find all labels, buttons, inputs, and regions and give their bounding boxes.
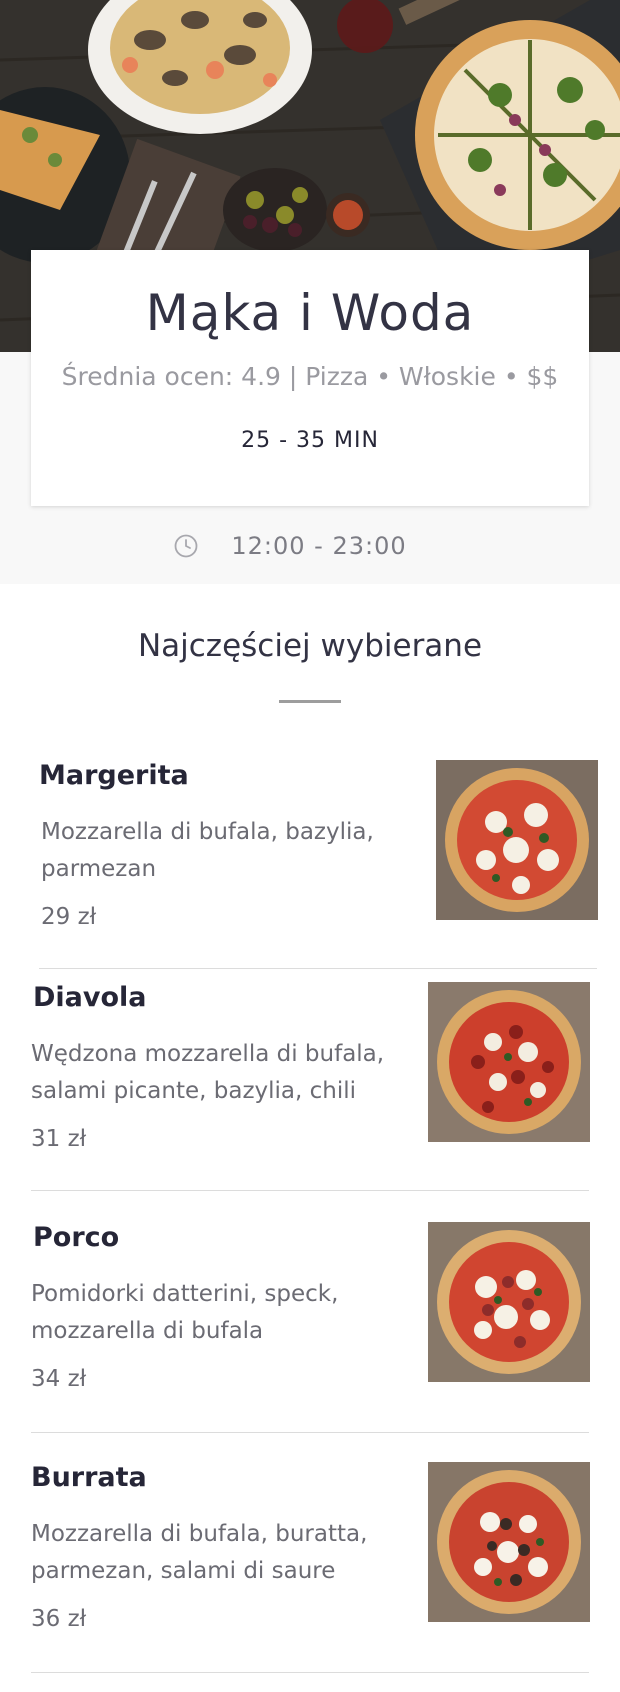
menu-item-name: Porco <box>33 1222 120 1253</box>
menu-divider <box>31 1190 589 1191</box>
menu-divider <box>31 1672 589 1673</box>
pizza-diavola-image <box>428 982 590 1142</box>
menu-item-price: 36 zł <box>31 1606 87 1632</box>
section-underline <box>279 700 341 703</box>
delivery-time: 25 - 35 MIN <box>241 428 379 453</box>
menu-item-burrata[interactable]: Burrata Mozzarella di bufala, buratta, p… <box>0 1462 620 1672</box>
menu-item-diavola[interactable]: Diavola Wędzona mozzarella di bufala, sa… <box>0 982 620 1192</box>
pizza-margerita-image <box>436 760 598 920</box>
pizza-porco-image <box>428 1222 590 1382</box>
opening-hours: 12:00 - 23:00 <box>0 528 620 564</box>
pizza-burrata-image <box>428 1462 590 1622</box>
menu-item-description: Mozzarella di bufala, buratta, parmezan,… <box>31 1521 368 1584</box>
menu-item-price: 34 zł <box>31 1366 87 1392</box>
menu-item-name: Margerita <box>39 760 189 791</box>
clock-icon <box>174 534 198 558</box>
section-title: Najczęściej wybierane <box>137 628 483 664</box>
menu-item-name: Diavola <box>33 982 147 1013</box>
menu-item-description: Mozzarella di bufala, bazylia, parmezan <box>41 819 374 882</box>
restaurant-info-card: Mąka i Woda Średnia ocen: 4.9 | Pizza • … <box>31 250 589 506</box>
menu-divider <box>39 968 597 969</box>
menu-item-photo <box>428 1222 590 1382</box>
menu-item-photo <box>428 982 590 1142</box>
opening-hours-text: 12:00 - 23:00 <box>231 532 407 560</box>
restaurant-meta: Średnia ocen: 4.9 | Pizza • Włoskie • $$ <box>61 362 559 391</box>
menu-divider <box>31 1432 589 1433</box>
menu-item-porco[interactable]: Porco Pomidorki datterini, speck, mozzar… <box>0 1222 620 1432</box>
restaurant-name: Mąka i Woda <box>145 284 475 342</box>
menu-item-description: Wędzona mozzarella di bufala, salami pic… <box>31 1041 385 1104</box>
menu-item-photo <box>436 760 598 920</box>
menu-item-name: Burrata <box>31 1462 147 1493</box>
menu-item-description: Pomidorki datterini, speck, mozzarella d… <box>31 1281 339 1344</box>
menu-item-price: 29 zł <box>41 904 97 930</box>
menu-item-margerita[interactable]: Margerita Mozzarella di bufala, bazylia,… <box>0 760 620 970</box>
menu-item-photo <box>428 1462 590 1622</box>
menu-item-price: 31 zł <box>31 1126 87 1152</box>
